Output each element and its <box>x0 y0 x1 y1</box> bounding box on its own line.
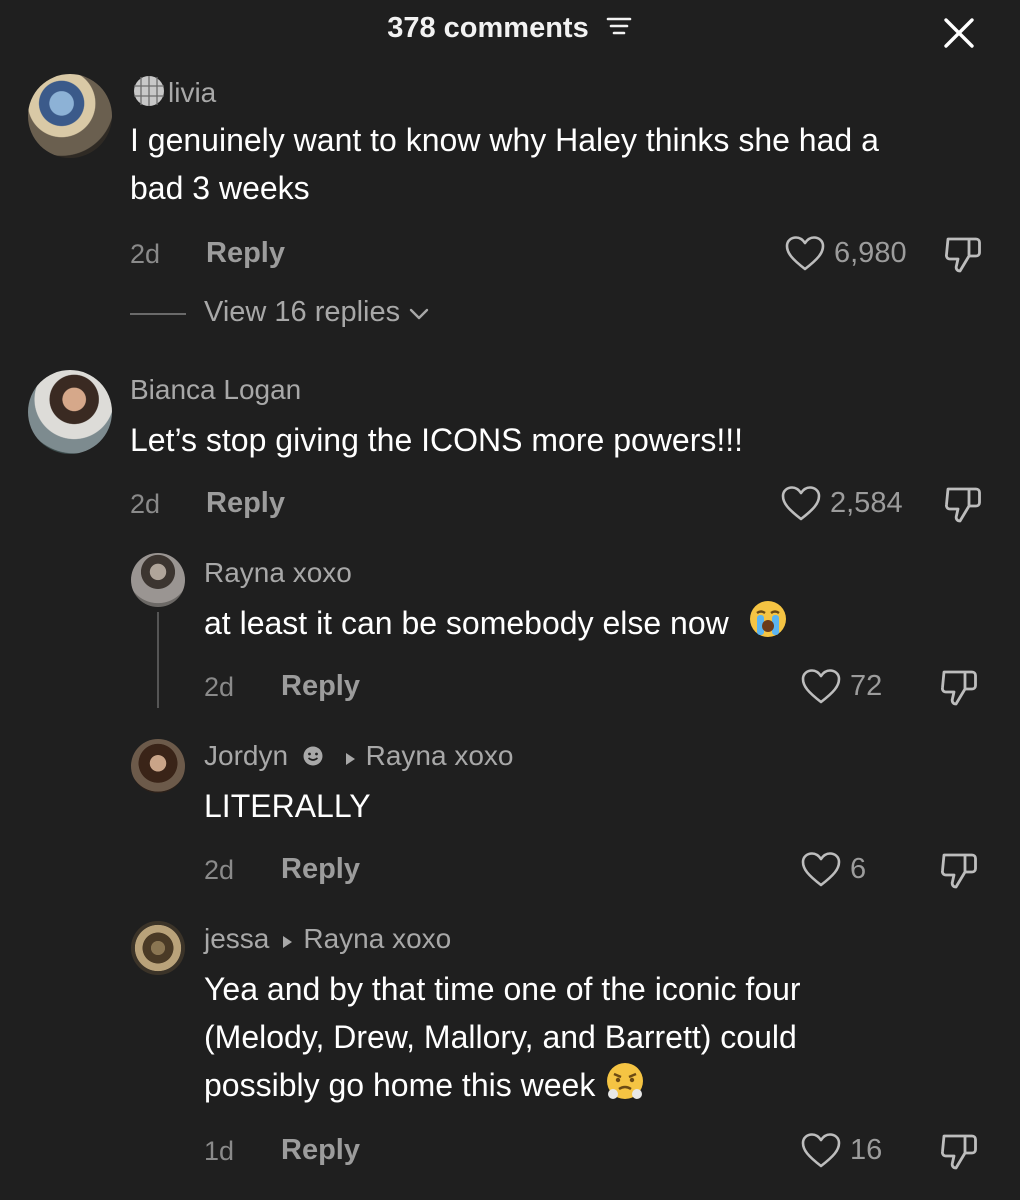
comment-text: I genuinely want to know why Haley think… <box>130 116 879 212</box>
reply-button[interactable]: Reply <box>281 670 360 703</box>
dislike-icon[interactable] <box>942 234 984 281</box>
smiley-icon <box>302 742 324 774</box>
like-count: 2,584 <box>830 487 903 519</box>
avatar[interactable] <box>131 921 185 975</box>
comment-username[interactable]: Bianca Logan <box>130 374 301 406</box>
face-with-steam-from-nose-icon <box>605 1061 645 1114</box>
reply-button[interactable]: Reply <box>281 853 360 886</box>
reply-time: 2d <box>204 672 235 702</box>
reply-button[interactable]: Reply <box>206 487 285 520</box>
loudly-crying-face-icon <box>748 599 788 652</box>
like-count: 6,980 <box>834 237 907 269</box>
reply-text: LITERALLY <box>204 788 371 824</box>
thread-line <box>157 612 159 708</box>
reply-username[interactable]: Rayna xoxo <box>204 557 352 589</box>
heart-icon[interactable] <box>780 485 822 528</box>
divider <box>130 313 186 315</box>
like-count: 16 <box>850 1134 883 1166</box>
reply-text: at least it can be somebody else now <box>204 599 788 652</box>
reply-button[interactable]: Reply <box>281 1134 360 1167</box>
comment-time: 2d <box>130 239 161 269</box>
disco-ball-icon <box>130 74 168 115</box>
reply-line: possibly go home this week <box>204 1061 801 1114</box>
reply-text: Yea and by that time one of the iconic f… <box>204 965 801 1114</box>
comment-line: Let’s stop giving the ICONS more powers!… <box>130 422 744 458</box>
comment-time: 2d <box>130 489 161 519</box>
reply-username[interactable]: jessa Rayna xoxo <box>204 923 451 957</box>
reply-time: 1d <box>204 1136 235 1166</box>
heart-icon[interactable] <box>784 235 826 278</box>
reply-line: (Melody, Drew, Mallory, and Barrett) cou… <box>204 1019 797 1055</box>
comment-line: I genuinely want to know why Haley think… <box>130 122 879 158</box>
close-icon[interactable] <box>940 14 978 52</box>
avatar[interactable] <box>131 739 185 793</box>
avatar[interactable] <box>131 553 185 607</box>
reply-username[interactable]: Jordyn Rayna xoxo <box>204 740 513 774</box>
like-count: 72 <box>850 670 883 702</box>
chevron-down-icon <box>408 297 430 330</box>
reply-line: Yea and by that time one of the iconic f… <box>204 971 801 1007</box>
reply-time: 2d <box>204 855 235 885</box>
comment-count: 378 comments <box>387 12 589 44</box>
heart-icon[interactable] <box>800 851 842 894</box>
heart-icon[interactable] <box>800 1132 842 1175</box>
dislike-icon[interactable] <box>938 1131 980 1178</box>
avatar[interactable] <box>28 370 112 454</box>
dislike-icon[interactable] <box>942 484 984 531</box>
filter-icon[interactable] <box>605 13 633 46</box>
comments-title[interactable]: 378 comments <box>0 12 1020 46</box>
dislike-icon[interactable] <box>938 667 980 714</box>
avatar[interactable] <box>28 74 112 158</box>
like-count: 6 <box>850 853 867 885</box>
comment-text: Let’s stop giving the ICONS more powers!… <box>130 416 743 464</box>
reply-button[interactable]: Reply <box>206 237 285 270</box>
heart-icon[interactable] <box>800 668 842 711</box>
comments-header: 378 comments <box>0 0 1020 64</box>
view-replies-button[interactable]: View 16 replies <box>204 296 430 330</box>
reply-arrow-icon <box>281 925 293 957</box>
reply-arrow-icon <box>344 742 356 774</box>
dislike-icon[interactable] <box>938 850 980 897</box>
comment-username[interactable]: livia <box>130 74 216 115</box>
comment-line: bad 3 weeks <box>130 170 310 206</box>
